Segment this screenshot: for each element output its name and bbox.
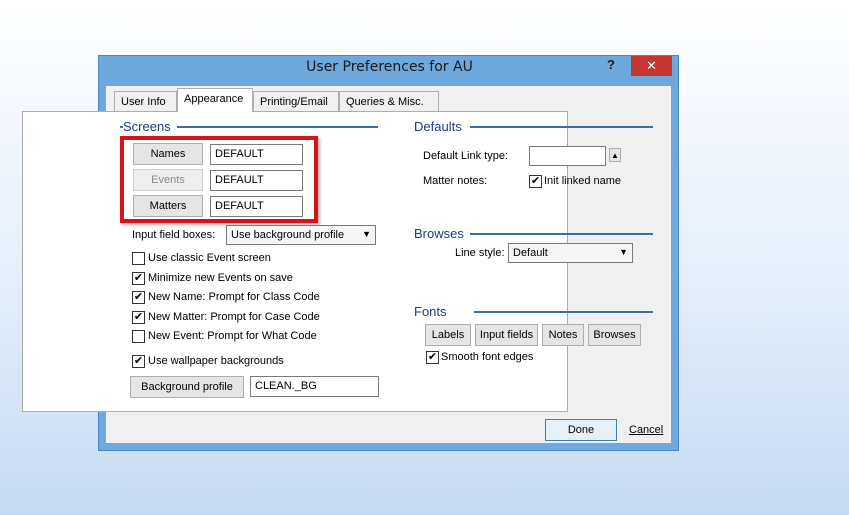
fonts-input-fields-button[interactable]: Input fields	[475, 324, 538, 346]
fonts-heading: Fonts	[414, 304, 453, 319]
prompt-class-code-label: New Name: Prompt for Class Code	[148, 291, 320, 303]
done-button[interactable]: Done	[545, 419, 617, 441]
init-linked-name-checkbox[interactable]: ✔	[529, 175, 542, 188]
wallpaper-backgrounds-checkbox[interactable]: ✔	[132, 355, 145, 368]
minimize-events-checkbox[interactable]: ✔	[132, 272, 145, 285]
fonts-labels-button[interactable]: Labels	[425, 324, 471, 346]
help-icon[interactable]: ?	[607, 57, 615, 72]
tab-queries-misc[interactable]: Queries & Misc.	[339, 91, 439, 112]
line-style-label: Line style:	[455, 247, 505, 259]
classic-event-checkbox[interactable]	[132, 252, 145, 265]
defaults-heading: Defaults	[414, 119, 468, 134]
background-profile-button[interactable]: Background profile	[130, 376, 244, 398]
defaults-rule	[470, 126, 653, 128]
wallpaper-backgrounds-label: Use wallpaper backgrounds	[148, 355, 284, 367]
browses-heading: Browses	[414, 226, 470, 241]
default-link-type-field[interactable]	[529, 146, 606, 166]
fonts-notes-button[interactable]: Notes	[542, 324, 584, 346]
cancel-button[interactable]: Cancel	[629, 424, 663, 436]
input-field-boxes-value: Use background profile	[231, 229, 345, 241]
tab-user-info[interactable]: User Info	[114, 91, 177, 112]
fonts-browses-button[interactable]: Browses	[588, 324, 641, 346]
highlight-annotation	[120, 136, 318, 223]
background-profile-field[interactable]: CLEAN._BG	[250, 376, 379, 397]
prompt-what-code-label: New Event: Prompt for What Code	[148, 330, 317, 342]
matter-notes-label: Matter notes:	[423, 175, 488, 187]
input-field-boxes-label: Input field boxes:	[132, 229, 216, 241]
screens-heading: Screens	[123, 119, 177, 134]
smooth-font-edges-label: Smooth font edges	[441, 351, 534, 363]
prompt-what-code-checkbox[interactable]	[132, 330, 145, 343]
tab-printing-email[interactable]: Printing/Email	[253, 91, 339, 112]
link-type-picker-button[interactable]: ▲	[609, 148, 621, 162]
prompt-class-code-checkbox[interactable]: ✔	[132, 291, 145, 304]
smooth-font-edges-checkbox[interactable]: ✔	[426, 351, 439, 364]
chevron-down-icon: ▼	[362, 229, 371, 239]
minimize-events-label: Minimize new Events on save	[148, 272, 293, 284]
line-style-value: Default	[513, 247, 548, 259]
dialog-title: User Preferences for AU	[306, 59, 473, 75]
browses-rule	[470, 233, 653, 235]
chevron-down-icon: ▼	[619, 247, 628, 257]
default-link-type-label: Default Link type:	[423, 150, 508, 162]
line-style-select[interactable]: Default ▼	[508, 243, 633, 263]
input-field-boxes-select[interactable]: Use background profile ▼	[226, 225, 376, 245]
close-button[interactable]: ✕	[631, 56, 672, 76]
classic-event-label: Use classic Event screen	[148, 252, 271, 264]
prompt-case-code-checkbox[interactable]: ✔	[132, 311, 145, 324]
tab-appearance[interactable]: Appearance	[177, 88, 253, 112]
fonts-rule	[474, 311, 653, 313]
prompt-case-code-label: New Matter: Prompt for Case Code	[148, 311, 320, 323]
init-linked-name-label: Init linked name	[544, 175, 622, 187]
